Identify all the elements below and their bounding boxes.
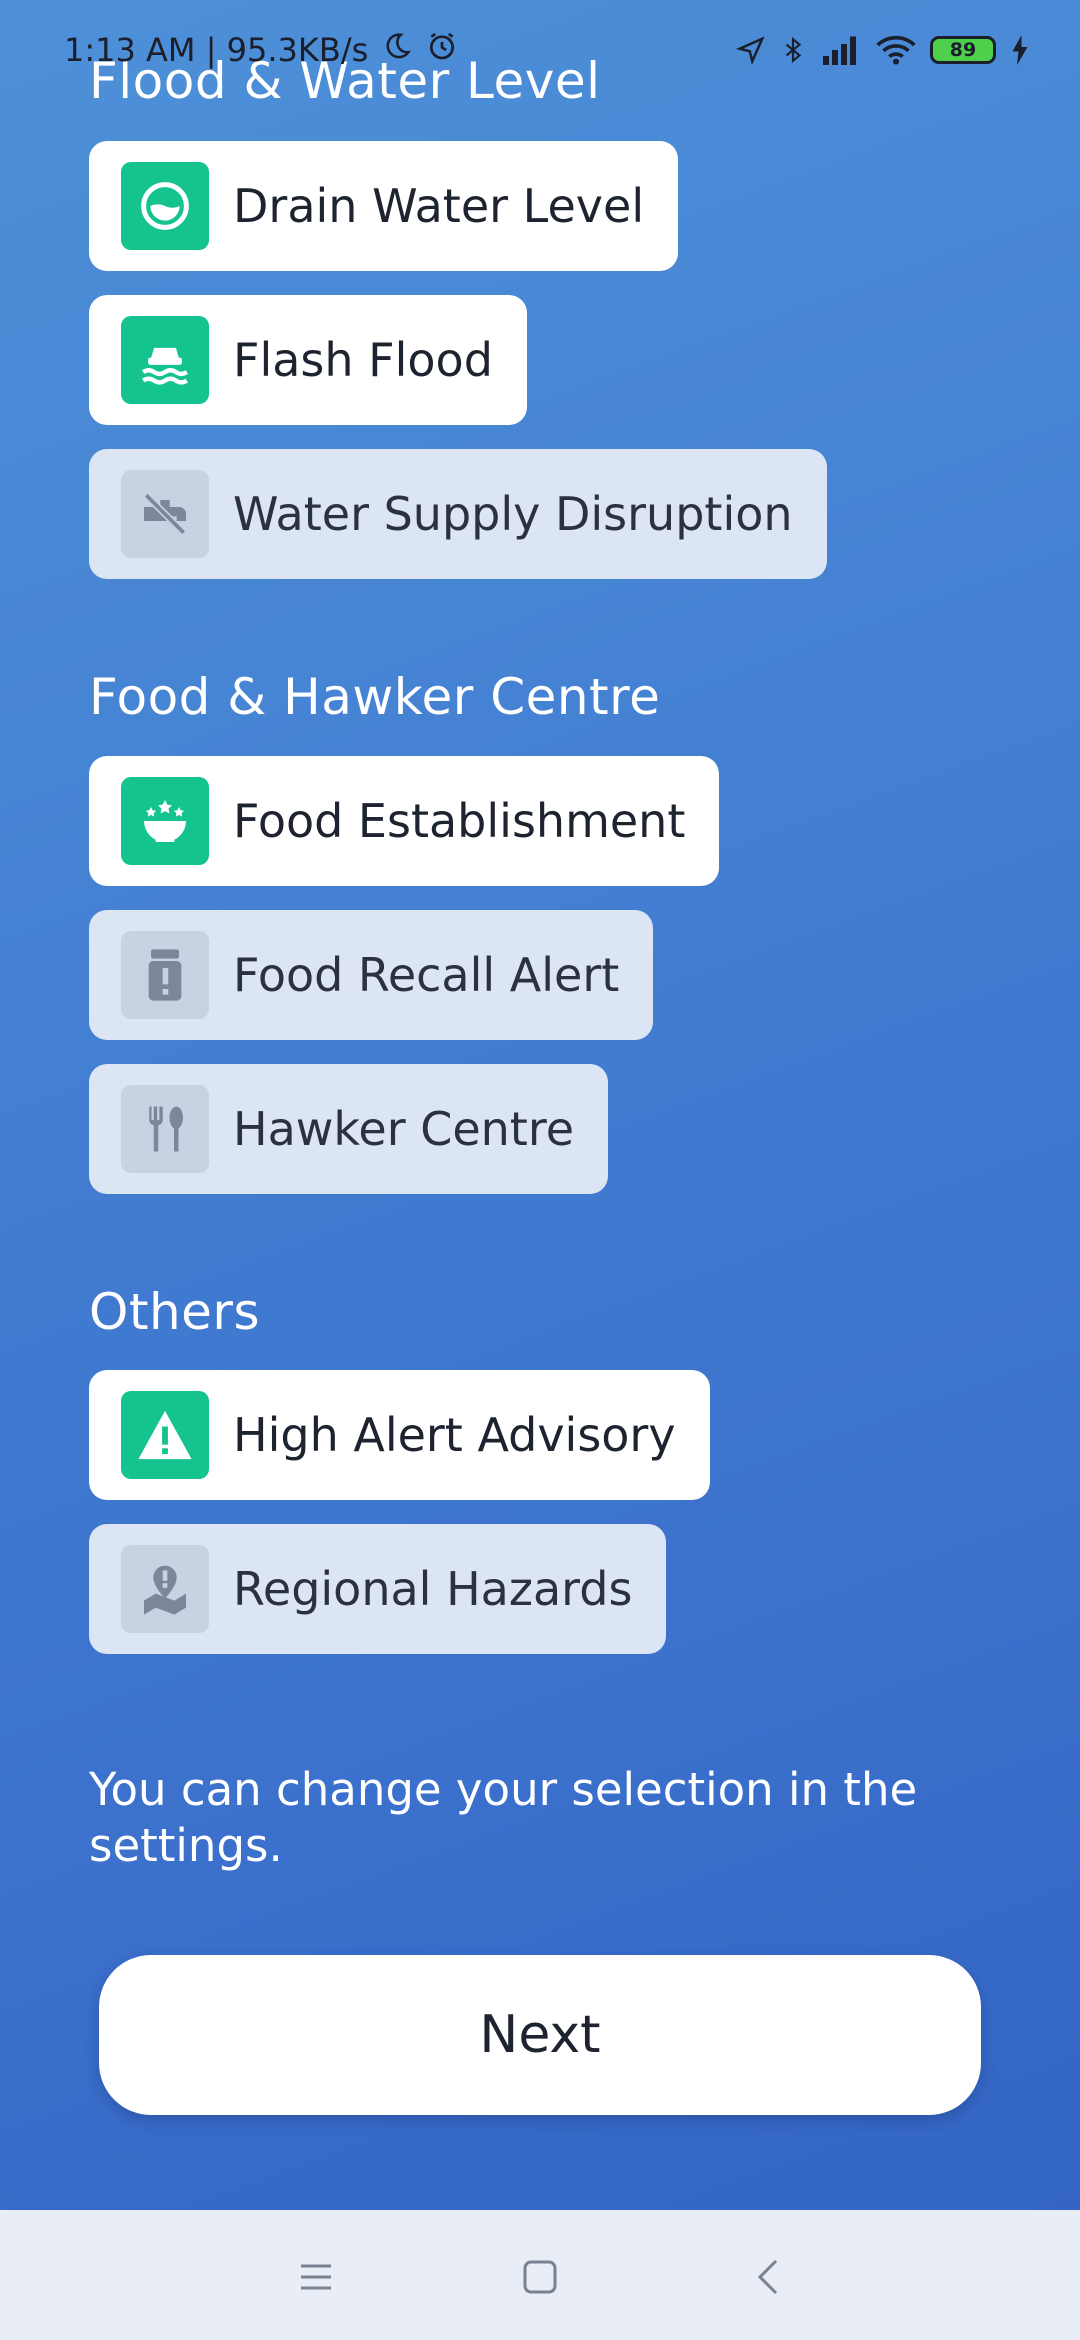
- back-icon[interactable]: [746, 2255, 790, 2299]
- chip-label: High Alert Advisory: [233, 1408, 676, 1462]
- water-tap-icon: [121, 470, 209, 558]
- wifi-icon: [876, 35, 916, 65]
- chip-label: Food Recall Alert: [233, 948, 620, 1002]
- status-left: 1:13 AM | 95.3KB/s: [64, 30, 458, 70]
- chip-water-supply-disruption[interactable]: Water Supply Disruption: [89, 449, 827, 579]
- charging-icon: [1010, 35, 1030, 65]
- status-right: 89: [736, 34, 1030, 66]
- food-recall-icon: [121, 931, 209, 1019]
- battery-indicator: 89: [930, 36, 996, 64]
- chip-label: Regional Hazards: [233, 1562, 633, 1616]
- chip-flash-flood[interactable]: Flash Flood: [89, 295, 527, 425]
- chip-drain-water-level[interactable]: Drain Water Level: [89, 141, 679, 271]
- bluetooth-icon: [780, 34, 806, 66]
- chip-label: Flash Flood: [233, 333, 493, 387]
- section-title-food: Food & Hawker Centre: [89, 668, 661, 726]
- status-time: 1:13 AM | 95.3KB/s: [64, 31, 369, 69]
- moon-icon: [382, 31, 412, 69]
- drain-level-icon: [121, 162, 209, 250]
- section-title-others: Others: [89, 1283, 261, 1341]
- map-pin-alert-icon: [121, 1545, 209, 1633]
- chip-label: Food Establishment: [233, 794, 686, 848]
- alarm-icon: [426, 30, 458, 70]
- chip-label: Hawker Centre: [233, 1102, 575, 1156]
- location-icon: [736, 35, 766, 65]
- chip-label: Drain Water Level: [233, 179, 645, 233]
- fork-spoon-icon: [121, 1085, 209, 1173]
- status-bar: 1:13 AM | 95.3KB/s 89: [0, 0, 1080, 100]
- chip-food-recall-alert[interactable]: Food Recall Alert: [89, 910, 654, 1040]
- home-icon[interactable]: [518, 2255, 562, 2299]
- chip-food-establishment[interactable]: Food Establishment: [89, 756, 720, 886]
- settings-hint: You can change your selection in the set…: [89, 1763, 918, 1872]
- chip-regional-hazards[interactable]: Regional Hazards: [89, 1524, 667, 1654]
- chip-high-alert-advisory[interactable]: High Alert Advisory: [89, 1370, 710, 1500]
- chip-hawker-centre[interactable]: Hawker Centre: [89, 1064, 609, 1194]
- signal-icon: [820, 35, 862, 65]
- next-button[interactable]: Next: [99, 1955, 981, 2115]
- food-bowl-icon: [121, 777, 209, 865]
- flash-flood-icon: [121, 316, 209, 404]
- warning-icon: [121, 1391, 209, 1479]
- topic-selection-screen: Flood & Water Level Drain Water Level Fl…: [0, 0, 1080, 2210]
- chip-label: Water Supply Disruption: [233, 487, 793, 541]
- menu-icon[interactable]: [294, 2255, 338, 2299]
